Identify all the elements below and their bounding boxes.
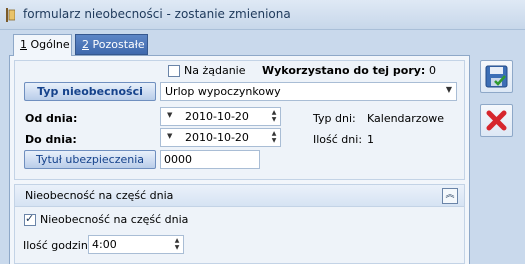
save-button[interactable] [480,60,513,93]
used-so-far-label: Wykorzystano do tej pory: [262,64,426,77]
to-date-value: 2010-10-20 [185,131,249,144]
spin-arrows-icon[interactable]: ▲ ▼ [270,130,278,145]
hours-count-label: Ilość godzin: [23,239,92,252]
from-date-value: 2010-10-20 [185,110,249,123]
spin-arrows-icon[interactable]: ▲ ▼ [173,237,181,252]
to-date-label: Do dnia: [25,133,77,146]
tab-pozostale-number: 2 [82,38,89,51]
tab-ogolne-label: Ogólne [30,38,70,51]
collapse-up-icon[interactable]: ︽ [442,188,458,204]
on-demand-label: Na żądanie [184,64,246,77]
hours-count-field[interactable]: 4:00 ▲ ▼ [88,235,184,254]
partial-day-header-label: Nieobecność na część dnia [25,189,174,202]
on-demand-checkbox[interactable] [168,65,180,77]
used-so-far-value: 0 [429,64,436,77]
partial-day-checkbox[interactable] [24,212,36,226]
spin-arrows-icon[interactable]: ▲ ▼ [270,109,278,124]
app-icon [6,8,15,22]
partial-day-header: Nieobecność na część dnia [15,185,464,207]
title-bar: formularz nieobecności - zostanie zmieni… [0,0,525,30]
chevron-down-icon: ▼ [167,111,173,119]
insurance-title-button[interactable]: Tytuł ubezpieczenia [24,150,156,169]
tab-ogolne[interactable]: 1 Ogólne [13,34,72,56]
days-count-label: Ilość dni: [313,133,363,146]
cancel-button[interactable] [480,104,513,137]
chevron-down-icon: ▼ [445,85,452,94]
tab-ogolne-number: 1 [20,38,27,51]
window-title: formularz nieobecności - zostanie zmieni… [23,7,291,21]
absence-type-select[interactable]: Urlop wypoczynkowy ▼ [160,82,457,101]
from-date-field[interactable]: ▼ 2010-10-20 ▲ ▼ [160,107,281,126]
to-date-field[interactable]: ▼ 2010-10-20 ▲ ▼ [160,128,281,147]
absence-type-value: Urlop wypoczynkowy [165,85,281,98]
days-count-value: 1 [367,133,374,146]
absence-type-button[interactable]: Typ nieobecności [24,82,156,101]
insurance-title-input[interactable]: 0000 [160,150,260,169]
cancel-icon [486,110,507,131]
hours-count-value: 4:00 [92,238,117,251]
tab-pozostale-label: Pozostałe [92,38,145,51]
partial-day-checkbox-label: Nieobecność na część dnia [40,213,189,226]
save-icon [485,65,508,88]
chevron-down-icon: ▼ [167,132,173,140]
tab-pozostale[interactable]: 2 Pozostałe [75,34,148,55]
day-type-value: Kalendarzowe [367,112,445,125]
day-type-label: Typ dni: [313,112,356,125]
from-date-label: Od dnia: [25,112,78,125]
